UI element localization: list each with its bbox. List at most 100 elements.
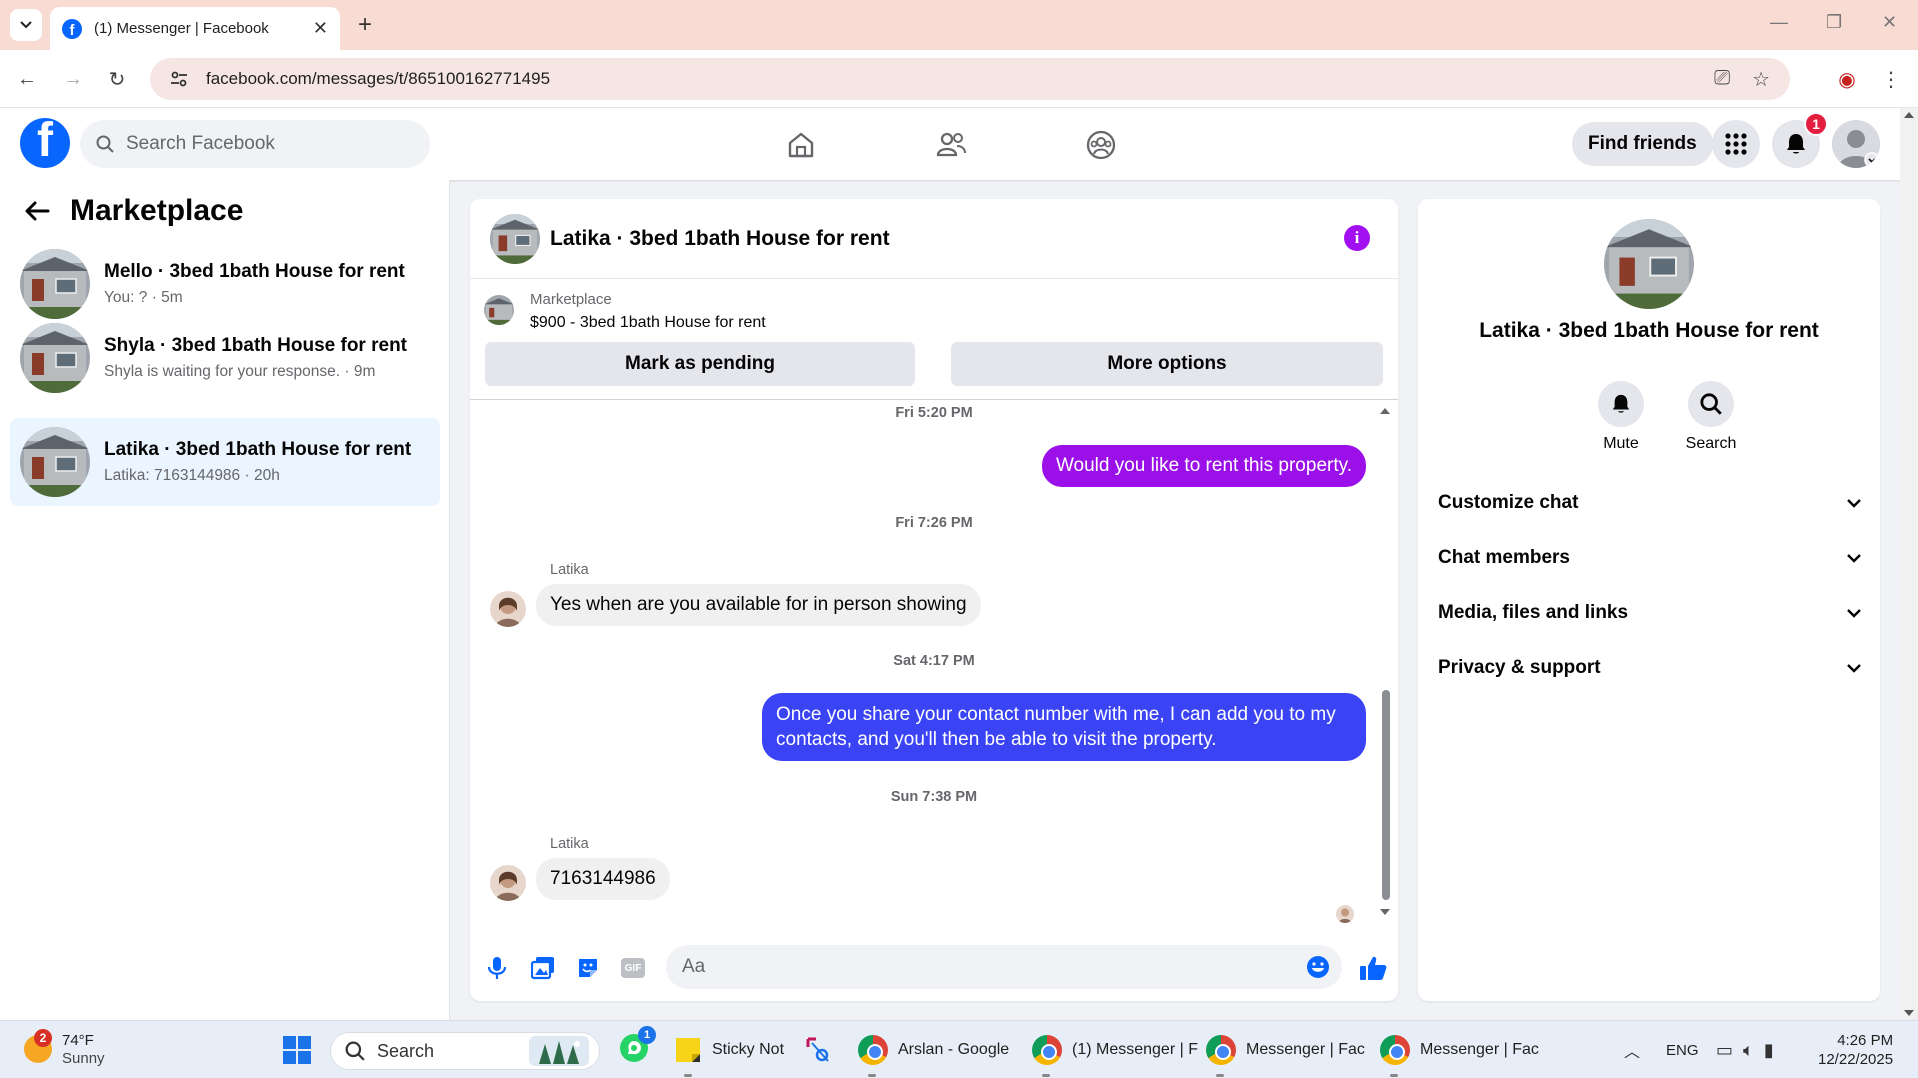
conversation-name: Shyla · 3bed 1bath House for rent: [104, 335, 407, 356]
section-customize-chat[interactable]: Customize chat: [1438, 481, 1862, 525]
mute-action[interactable]: Mute: [1576, 381, 1666, 453]
sender-name: Latika: [550, 836, 589, 852]
outgoing-message[interactable]: Would you like to rent this property.: [1041, 445, 1366, 487]
search-action[interactable]: Search: [1666, 381, 1756, 453]
find-friends-button[interactable]: Find friends: [1572, 122, 1713, 166]
whatsapp-taskbar-item[interactable]: 1: [618, 1025, 656, 1070]
timestamp: Fri 5:20 PM: [895, 405, 973, 421]
snipping-tool-icon: [806, 1037, 829, 1062]
start-button[interactable]: [282, 1030, 312, 1070]
chrome-taskbar-item[interactable]: (1) Messenger | F: [1032, 1030, 1198, 1077]
section-label: Privacy & support: [1438, 657, 1601, 678]
microphone-icon[interactable]: [482, 953, 512, 983]
section-media-files-links[interactable]: Media, files and links: [1438, 591, 1862, 635]
system-tray-icons[interactable]: ▭ 🔈︎ ▮: [1716, 1030, 1774, 1070]
battery-icon[interactable]: ▮: [1764, 1040, 1774, 1061]
url-text[interactable]: facebook.com/messages/t/865100162771495: [206, 69, 550, 89]
section-privacy-support[interactable]: Privacy & support: [1438, 646, 1862, 690]
account-avatar[interactable]: [1832, 120, 1880, 168]
sticker-icon[interactable]: [573, 953, 603, 983]
taskbar-app-label: Messenger | Fac: [1246, 1041, 1365, 1058]
friends-nav-icon[interactable]: [930, 124, 972, 166]
timestamp: Sun 7:38 PM: [890, 789, 978, 805]
photo-icon[interactable]: [528, 953, 558, 983]
info-icon[interactable]: i: [1344, 225, 1370, 251]
chrome-icon: [858, 1035, 888, 1065]
address-bar[interactable]: facebook.com/messages/t/865100162771495 …: [150, 58, 1790, 100]
more-options-button[interactable]: More options: [951, 342, 1383, 386]
back-icon[interactable]: ←: [12, 64, 42, 94]
emoji-icon[interactable]: [1306, 955, 1330, 984]
forward-icon[interactable]: →: [58, 64, 88, 94]
home-nav-icon[interactable]: [780, 124, 822, 166]
back-arrow-icon[interactable]: [24, 200, 50, 222]
incoming-message[interactable]: Yes when are you available for in person…: [536, 584, 981, 626]
chrome-taskbar-item[interactable]: Arslan - Google: [858, 1030, 1009, 1077]
conversation-item[interactable]: Shyla · 3bed 1bath House for rent Shyla …: [10, 314, 440, 402]
chat-header: Latika · 3bed 1bath House for rent i: [470, 199, 1398, 279]
chrome-icon: [1380, 1035, 1410, 1065]
sticky-notes-taskbar-item[interactable]: Sticky Not: [674, 1030, 784, 1077]
house-thumbnail: [20, 249, 90, 319]
browser-tab[interactable]: f (1) Messenger | Facebook ✕: [50, 7, 340, 50]
groups-nav-icon[interactable]: [1080, 124, 1122, 166]
taskbar-app-label: (1) Messenger | F: [1072, 1041, 1198, 1058]
mute-label: Mute: [1603, 435, 1639, 452]
message-input[interactable]: [682, 956, 1282, 978]
search-label: Search: [1685, 435, 1737, 452]
taskbar-search[interactable]: Search: [330, 1032, 600, 1070]
chat-avatar[interactable]: [490, 213, 540, 264]
section-chat-members[interactable]: Chat members: [1438, 536, 1862, 580]
chrome-taskbar-item[interactable]: Messenger | Fac: [1380, 1030, 1539, 1077]
reload-icon[interactable]: ↻: [102, 64, 132, 94]
thumbs-up-icon[interactable]: [1358, 953, 1388, 983]
profile-icon[interactable]: ◉: [1832, 64, 1862, 94]
sender-avatar[interactable]: [490, 865, 526, 901]
network-icon[interactable]: ▭: [1716, 1040, 1733, 1061]
chat-title[interactable]: Latika · 3bed 1bath House for rent: [550, 227, 890, 251]
info-avatar[interactable]: [1604, 219, 1694, 309]
tab-search-button[interactable]: [10, 9, 42, 41]
snipping-tool-taskbar-item[interactable]: [804, 1030, 834, 1070]
facebook-search[interactable]: [80, 120, 430, 168]
language-indicator[interactable]: ENG: [1666, 1030, 1699, 1070]
weather-temp: 74°F: [62, 1032, 94, 1049]
page-scrollbar[interactable]: [1900, 108, 1918, 1020]
facebook-logo-icon[interactable]: f: [20, 118, 70, 168]
listing-summary[interactable]: Marketplace $900 - 3bed 1bath House for …: [484, 291, 766, 332]
window-close-icon[interactable]: ✕: [1882, 12, 1897, 33]
bookmark-star-icon[interactable]: ☆: [1752, 67, 1770, 92]
minimize-icon[interactable]: —: [1770, 12, 1788, 33]
search-highlight-icon: [529, 1036, 589, 1066]
gif-icon[interactable]: GIF: [618, 953, 648, 983]
chat-scrollbar-thumb[interactable]: [1382, 690, 1390, 900]
tab-close-icon[interactable]: ✕: [313, 18, 328, 39]
sticky-notes-icon: [676, 1038, 700, 1062]
conversation-item-active[interactable]: Latika · 3bed 1bath House for rent Latik…: [10, 418, 440, 506]
outgoing-message[interactable]: Once you share your contact number with …: [762, 693, 1366, 761]
search-icon[interactable]: [1688, 381, 1734, 427]
mute-bell-icon[interactable]: [1598, 381, 1644, 427]
chrome-menu-icon[interactable]: ⋮: [1876, 64, 1906, 94]
tray-chevron-up-icon[interactable]: ︿: [1624, 1030, 1640, 1070]
restore-icon[interactable]: ❐: [1826, 12, 1842, 33]
weather-badge: 2: [34, 1029, 52, 1047]
install-app-icon[interactable]: ⎚: [1714, 67, 1730, 92]
timestamp: Sat 4:17 PM: [893, 653, 975, 669]
menu-grid-icon[interactable]: [1712, 120, 1760, 168]
mark-as-pending-button[interactable]: Mark as pending: [485, 342, 915, 386]
weather-widget[interactable]: 2 74°F Sunny: [24, 1029, 105, 1070]
facebook-favicon-icon: f: [62, 18, 82, 39]
house-thumbnail: [20, 427, 90, 497]
chrome-taskbar-item[interactable]: Messenger | Fac: [1206, 1030, 1365, 1077]
new-tab-button[interactable]: +: [350, 10, 380, 40]
marketplace-sidebar: Marketplace Mello · 3bed 1bath House for…: [0, 180, 450, 1020]
clock[interactable]: 4:26 PM 12/22/2025: [1818, 1030, 1893, 1070]
incoming-message[interactable]: 7163144986: [536, 858, 670, 900]
windows-taskbar: 2 74°F Sunny Search 1 Sticky Not Arslan …: [0, 1020, 1918, 1078]
facebook-search-input[interactable]: [126, 133, 406, 155]
volume-icon[interactable]: 🔈︎: [1743, 1040, 1754, 1061]
sender-avatar[interactable]: [490, 591, 526, 627]
message-input-box[interactable]: [666, 945, 1342, 989]
site-info-icon[interactable]: [168, 68, 190, 90]
